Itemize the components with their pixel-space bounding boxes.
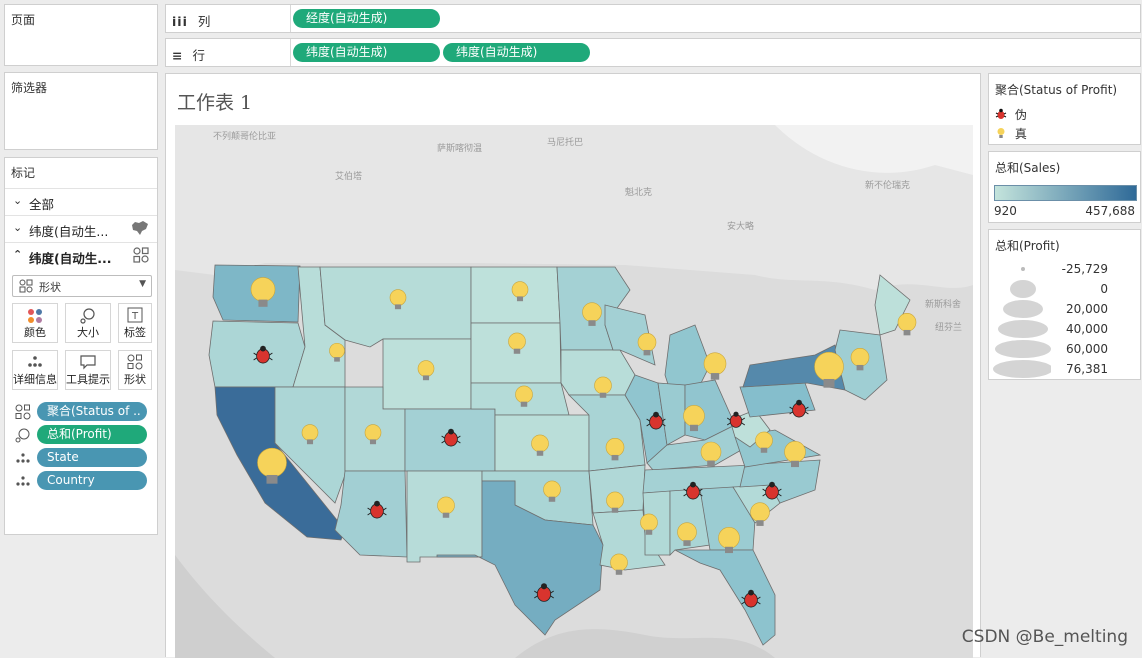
size-tile-label: 大小: [77, 326, 99, 339]
shapes-icon: [133, 247, 149, 266]
place-label: 不列颠哥伦比亚: [213, 130, 276, 142]
columns-icon: iii: [172, 14, 188, 29]
profit-legend-value: -25,729: [1061, 262, 1108, 276]
place-label: 魁北克: [625, 186, 652, 198]
profit-legend-value: 40,000: [1066, 322, 1108, 336]
profit-size-shapes: [993, 267, 1051, 378]
detail-icon: [15, 450, 33, 466]
pages-title: 页面: [11, 13, 36, 27]
profit-legend-title: 总和(Profit): [995, 239, 1060, 253]
chevron-up-icon: ⌃: [13, 248, 23, 261]
columns-shelf[interactable]: iii 列 经度(自动生成): [165, 4, 1141, 33]
label-tile[interactable]: T 标签: [118, 303, 152, 343]
shapes-icon: [15, 404, 33, 420]
sales-min-label: 920: [994, 204, 1017, 218]
sales-color-ramp: [994, 185, 1137, 201]
profit-legend-value: 76,381: [1066, 362, 1108, 376]
marks-layer-2-label: 纬度(自动生...: [29, 251, 112, 266]
profit-pill[interactable]: 总和(Profit): [37, 425, 147, 444]
rows-shelf[interactable]: ≡ 行 纬度(自动生成) 纬度(自动生成): [165, 38, 1141, 67]
tooltip-tile-label: 工具提示: [66, 373, 110, 386]
lightbulb-icon: [995, 127, 1007, 142]
size-tile[interactable]: 大小: [65, 303, 111, 343]
chevron-down-icon: ⌄: [13, 221, 23, 234]
us-map[interactable]: 不列颠哥伦比亚萨斯喀彻温 马尼托巴艾伯塔魁北克 新不伦瑞克安大略新斯科舍纽芬兰: [175, 125, 973, 658]
legend-item-true[interactable]: 真: [995, 125, 1027, 142]
shelf-divider: [290, 39, 291, 66]
map-view[interactable]: 不列颠哥伦比亚萨斯喀彻温 马尼托巴艾伯塔魁北克 新不伦瑞克安大略新斯科舍纽芬兰: [175, 125, 973, 658]
state-pill[interactable]: State: [37, 448, 147, 467]
sales-legend[interactable]: 总和(Sales) 920 457,688: [988, 151, 1141, 223]
mark-type-label: 形状: [39, 281, 61, 294]
profit-legend-value: 20,000: [1066, 302, 1108, 316]
latitude-pill-1[interactable]: 纬度(自动生成): [293, 43, 440, 62]
marks-title: 标记: [11, 166, 36, 180]
dropdown-caret-icon: ▼: [139, 279, 146, 289]
marks-card: 标记 ⌄ 全部 ⌄ 纬度(自动生... ⌃ 纬度(自动生... 形状 ▼ 颜色: [4, 157, 158, 535]
marks-layer-1-label: 纬度(自动生...: [29, 224, 109, 239]
rows-shelf-label: ≡ 行: [172, 45, 205, 64]
pages-panel: 页面: [4, 4, 158, 66]
filters-panel[interactable]: 筛选器: [4, 72, 158, 150]
place-label: 安大略: [727, 220, 754, 232]
shapes-icon: [19, 279, 33, 296]
chevron-down-icon: ⌄: [13, 194, 23, 207]
marks-layer-2-row[interactable]: ⌃ 纬度(自动生...: [5, 242, 157, 268]
legend-true-label: 真: [1014, 127, 1027, 141]
detail-tile[interactable]: 详细信息: [12, 350, 58, 390]
legend-false-label: 伪: [1014, 108, 1027, 122]
rows-shelf-text: 行: [192, 48, 205, 63]
place-label: 新斯科舍: [925, 298, 961, 310]
shelf-divider: [290, 5, 291, 32]
country-pill[interactable]: Country: [37, 471, 147, 490]
bug-icon: [995, 108, 1007, 123]
sheet-title: 工作表 1: [177, 92, 253, 114]
place-label: 纽芬兰: [935, 321, 962, 333]
svg-text:T: T: [131, 311, 139, 322]
status-legend-title: 聚合(Status of Profit): [995, 83, 1118, 97]
status-of-profit-pill[interactable]: 聚合(Status of ..: [37, 402, 147, 421]
latitude-pill-2[interactable]: 纬度(自动生成): [443, 43, 590, 62]
size-icon: [15, 427, 33, 443]
sales-legend-title: 总和(Sales): [995, 161, 1061, 175]
watermark-text: CSDN @Be_melting: [961, 627, 1128, 647]
profit-legend-value: 60,000: [1066, 342, 1108, 356]
tooltip-tile[interactable]: 工具提示: [65, 350, 111, 390]
longitude-pill[interactable]: 经度(自动生成): [293, 9, 440, 28]
profit-legend[interactable]: 总和(Profit) -25,729 0 20,000 40,000 60,00…: [988, 229, 1141, 380]
status-legend[interactable]: 聚合(Status of Profit) 伪 真: [988, 73, 1141, 145]
map-icon: [131, 220, 149, 239]
marks-layer-1-row[interactable]: ⌄ 纬度(自动生...: [5, 215, 157, 241]
detail-icon: [15, 473, 33, 489]
detail-tile-label: 详细信息: [13, 373, 57, 386]
shape-tile[interactable]: 形状: [118, 350, 152, 390]
marks-all-label: 全部: [29, 197, 55, 212]
columns-shelf-label: iii 列: [172, 11, 210, 30]
rows-icon: ≡: [172, 48, 183, 63]
place-label: 艾伯塔: [335, 170, 362, 182]
place-label: 萨斯喀彻温: [437, 142, 482, 154]
legend-item-false[interactable]: 伪: [995, 106, 1027, 123]
mark-type-select[interactable]: 形状 ▼: [12, 275, 152, 297]
filters-title: 筛选器: [11, 81, 48, 95]
place-label: 马尼托巴: [547, 136, 583, 148]
profit-legend-value: 0: [1100, 282, 1108, 296]
shape-tile-label: 形状: [124, 373, 146, 386]
sales-max-label: 457,688: [1085, 204, 1135, 218]
marks-all-row[interactable]: ⌄ 全部: [5, 188, 157, 214]
worksheet: 工作表 1 不列颠哥伦比亚萨斯喀彻温 马尼托巴艾伯塔魁北克 新不伦瑞克安大略新斯科舍…: [165, 73, 981, 658]
color-tile[interactable]: 颜色: [12, 303, 58, 343]
place-label: 新不伦瑞克: [865, 179, 910, 191]
color-tile-label: 颜色: [24, 326, 46, 339]
label-tile-label: 标签: [124, 326, 146, 339]
columns-shelf-text: 列: [197, 14, 211, 29]
